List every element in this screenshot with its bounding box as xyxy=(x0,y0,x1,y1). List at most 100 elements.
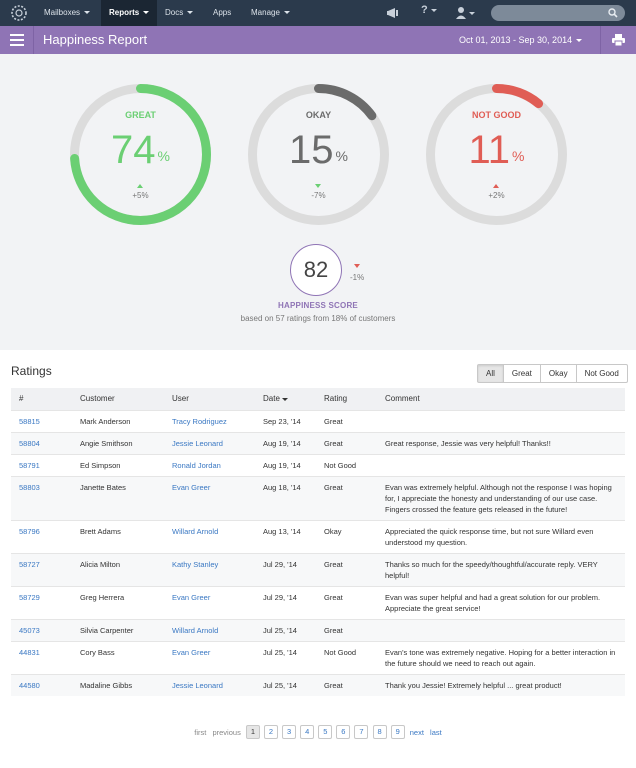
page-6[interactable]: 6 xyxy=(336,725,351,739)
user-link[interactable]: Willard Arnold xyxy=(172,626,218,635)
page-4[interactable]: 4 xyxy=(300,725,315,739)
user-cell: Evan Greer xyxy=(164,640,255,674)
nav-mailboxes[interactable]: Mailboxes xyxy=(44,0,91,26)
menu-button[interactable] xyxy=(0,26,34,54)
user-cell: Willard Arnold xyxy=(164,618,255,641)
row-id-cell: 58729 xyxy=(11,585,72,619)
table-row: 58815 Mark Anderson Tracy Rodriguez Sep … xyxy=(11,409,625,432)
filter-all-button[interactable]: All xyxy=(477,364,504,383)
page-1[interactable]: 1 xyxy=(245,725,260,739)
table-row: 44580 Madaline Gibbs Jessie Leonard Jul … xyxy=(11,673,625,696)
table-row: 58803 Janette Bates Evan Greer Aug 18, '… xyxy=(11,475,625,520)
comment-cell xyxy=(377,409,625,432)
user-link[interactable]: Evan Greer xyxy=(172,593,210,602)
chevron-down-icon xyxy=(84,11,91,15)
gauge-change: +2% xyxy=(488,191,505,200)
page-8[interactable]: 8 xyxy=(372,725,387,739)
conversation-link[interactable]: 58796 xyxy=(19,527,40,536)
conversation-link[interactable]: 58791 xyxy=(19,461,40,470)
conversation-link[interactable]: 58804 xyxy=(19,439,40,448)
happiness-summary: GREAT 74% +5% OKAY 15% -7% NOT GOOD 11% … xyxy=(0,54,636,350)
help-icon[interactable]: ? xyxy=(421,4,437,18)
nav-docs[interactable]: Docs xyxy=(165,0,194,26)
gauge-label: GREAT xyxy=(125,110,156,120)
conversation-link[interactable]: 58815 xyxy=(19,417,40,426)
page-2[interactable]: 2 xyxy=(264,725,279,739)
comment-cell: Evan was super helpful and had a great s… xyxy=(377,585,625,619)
page-7[interactable]: 7 xyxy=(354,725,369,739)
user-link[interactable]: Ronald Jordan xyxy=(172,461,221,470)
customer-cell: Silvia Carpenter xyxy=(72,618,164,641)
gauge-value: 15% xyxy=(289,128,348,172)
date-range-picker[interactable]: Oct 01, 2013 - Sep 30, 2014 xyxy=(459,35,583,45)
hamburger-icon-bar xyxy=(10,39,24,41)
page-9[interactable]: 9 xyxy=(390,725,405,739)
pagination: first previous 1 2 3 4 5 6 7 8 9 next la… xyxy=(0,725,636,739)
row-id-cell: 58803 xyxy=(11,475,72,520)
user-link[interactable]: Willard Arnold xyxy=(172,527,218,536)
arrow-up-icon xyxy=(493,184,499,188)
user-link[interactable]: Evan Greer xyxy=(172,648,210,657)
conversation-link[interactable]: 58727 xyxy=(19,560,40,569)
comment-cell: Great response, Jessie was very helpful!… xyxy=(377,431,625,454)
report-header: Happiness Report Oct 01, 2013 - Sep 30, … xyxy=(0,26,636,54)
row-id-cell: 58791 xyxy=(11,453,72,476)
gauge-okay: OKAY 15% -7% xyxy=(246,82,391,227)
comment-cell xyxy=(377,453,625,476)
comment-cell: Evan was extremely helpful. Although not… xyxy=(377,475,625,520)
rating-cell: Not Good xyxy=(316,453,377,476)
table-row: 58796 Brett Adams Willard Arnold Aug 13,… xyxy=(11,519,625,553)
pagination-next[interactable]: next xyxy=(410,728,424,737)
printer-icon xyxy=(612,34,625,46)
nav-manage[interactable]: Manage xyxy=(251,0,290,26)
top-nav: Mailboxes Reports Docs Apps Manage ? xyxy=(0,0,636,26)
filter-okay-button[interactable]: Okay xyxy=(539,364,577,383)
user-cell: Ronald Jordan xyxy=(164,453,255,476)
table-row: 58791 Ed Simpson Ronald Jordan Aug 19, '… xyxy=(11,453,625,476)
customer-cell: Greg Herrera xyxy=(72,585,164,619)
filter-not-good-button[interactable]: Not Good xyxy=(575,364,628,383)
customer-cell: Mark Anderson xyxy=(72,409,164,432)
pagination-previous[interactable]: previous xyxy=(212,728,240,737)
chevron-down-icon xyxy=(187,11,194,15)
user-icon[interactable] xyxy=(455,6,475,20)
pagination-last[interactable]: last xyxy=(430,728,442,737)
conversation-link[interactable]: 58803 xyxy=(19,483,40,492)
comment-cell: Thank you Jessie! Extremely helpful ... … xyxy=(377,673,625,696)
search-input[interactable] xyxy=(491,5,625,21)
date-cell: Sep 23, '14 xyxy=(255,409,316,432)
conversation-link[interactable]: 45073 xyxy=(19,626,40,635)
conversation-link[interactable]: 44831 xyxy=(19,648,40,657)
user-cell: Jessie Leonard xyxy=(164,673,255,696)
page-3[interactable]: 3 xyxy=(282,725,297,739)
pagination-first[interactable]: first xyxy=(194,728,206,737)
conversation-link[interactable]: 58729 xyxy=(19,593,40,602)
user-link[interactable]: Evan Greer xyxy=(172,483,210,492)
user-link[interactable]: Jessie Leonard xyxy=(172,439,223,448)
rating-cell: Great xyxy=(316,475,377,520)
megaphone-icon[interactable] xyxy=(386,6,402,20)
user-cell: Tracy Rodriguez xyxy=(164,409,255,432)
date-cell: Jul 25, '14 xyxy=(255,618,316,641)
row-id-cell: 58796 xyxy=(11,519,72,553)
rating-cell: Okay xyxy=(316,519,377,553)
page-5[interactable]: 5 xyxy=(318,725,333,739)
score-value: 82 xyxy=(290,244,342,296)
user-link[interactable]: Jessie Leonard xyxy=(172,681,223,690)
print-button[interactable] xyxy=(600,26,636,54)
gauge-not-good: NOT GOOD 11% +2% xyxy=(424,82,569,227)
score-subtitle: based on 57 ratings from 18% of customer… xyxy=(240,314,396,323)
row-id-cell: 58804 xyxy=(11,431,72,454)
nav-apps[interactable]: Apps xyxy=(213,0,231,26)
laurel-logo-icon[interactable] xyxy=(10,4,28,22)
conversation-link[interactable]: 44580 xyxy=(19,681,40,690)
filter-great-button[interactable]: Great xyxy=(502,364,541,383)
score-label: HAPPINESS SCORE xyxy=(278,301,358,310)
gauge-great: GREAT 74% +5% xyxy=(68,82,213,227)
column-header-date[interactable]: Date xyxy=(255,388,316,410)
user-link[interactable]: Tracy Rodriguez xyxy=(172,417,227,426)
nav-reports[interactable]: Reports xyxy=(101,0,158,26)
rating-cell: Not Good xyxy=(316,640,377,674)
date-cell: Aug 13, '14 xyxy=(255,519,316,553)
user-link[interactable]: Kathy Stanley xyxy=(172,560,218,569)
